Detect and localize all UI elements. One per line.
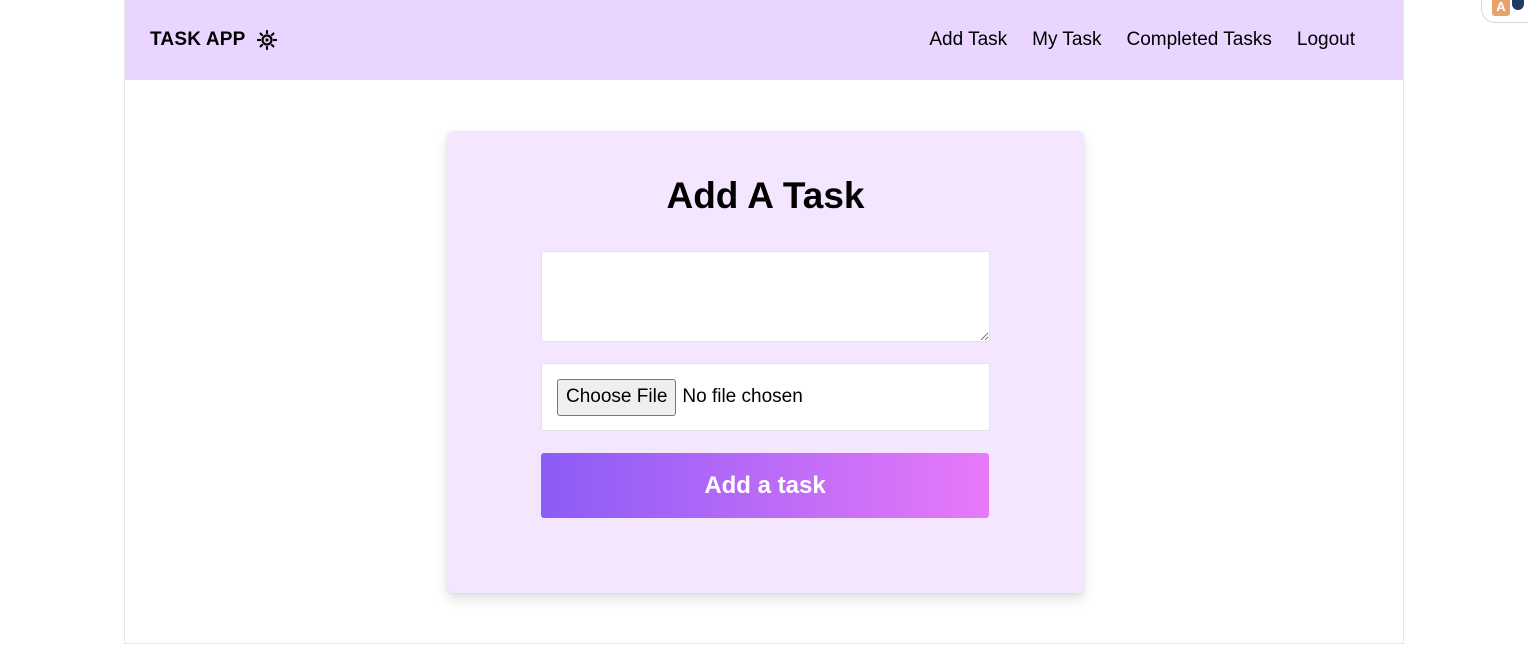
- file-status: No file chosen: [682, 386, 803, 407]
- nav-completed-tasks[interactable]: Completed Tasks: [1126, 29, 1271, 51]
- sun-icon[interactable]: [256, 29, 278, 51]
- add-task-card: Add A Task Choose File No file chosen Ad…: [447, 131, 1084, 593]
- translate-icon[interactable]: A: [1492, 0, 1510, 16]
- add-task-button[interactable]: Add a task: [541, 453, 989, 518]
- task-input[interactable]: [541, 251, 990, 342]
- extension-widget[interactable]: A: [1481, 0, 1528, 23]
- translate-icon-letter: A: [1496, 0, 1506, 14]
- extension-arrow-icon: [1512, 0, 1524, 10]
- nav-logout[interactable]: Logout: [1297, 29, 1355, 51]
- choose-file-button[interactable]: Choose File: [557, 378, 677, 416]
- task-input-wrapper: [541, 251, 990, 342]
- brand: TASK APP: [150, 29, 278, 51]
- page-container: TASK APP Add Task My Task Completed Task…: [124, 0, 1404, 644]
- nav-links: Add Task My Task Completed Tasks Logout: [929, 29, 1355, 51]
- nav-add-task[interactable]: Add Task: [929, 29, 1007, 51]
- nav-my-task[interactable]: My Task: [1032, 29, 1101, 51]
- file-input[interactable]: Choose File No file chosen: [541, 363, 990, 431]
- brand-title: TASK APP: [150, 29, 246, 50]
- form-title: Add A Task: [666, 175, 865, 216]
- navbar: TASK APP Add Task My Task Completed Task…: [125, 0, 1403, 80]
